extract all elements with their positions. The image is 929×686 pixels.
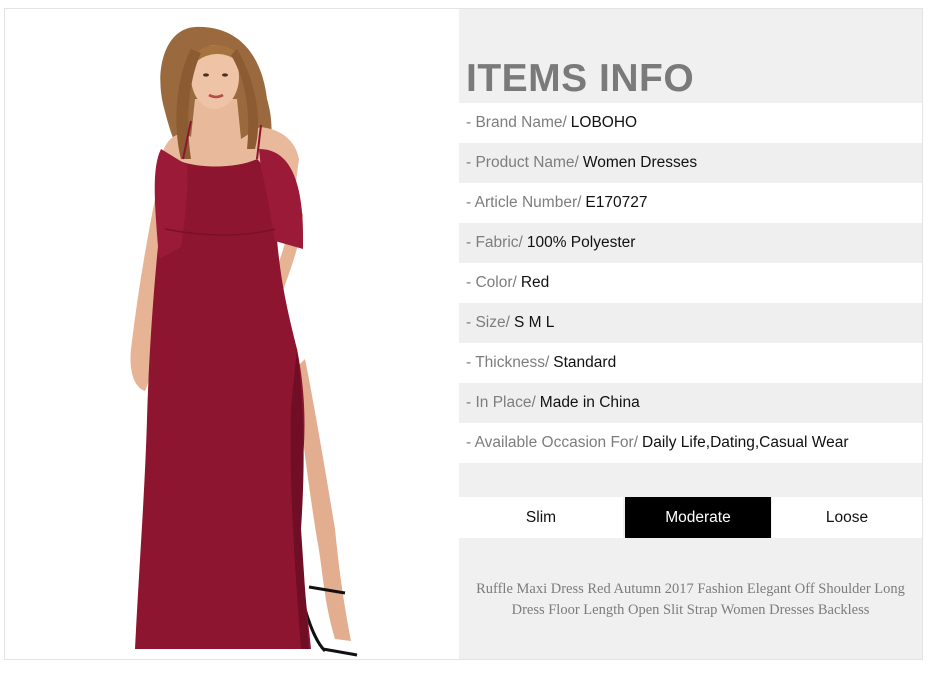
fit-option-slim[interactable]: Slim	[459, 497, 623, 538]
items-info-panel: ITEMS INFO - Brand Name/ LOBOHO - Produc…	[459, 9, 922, 659]
fit-option-moderate[interactable]: Moderate	[625, 497, 771, 538]
spec-value: E170727	[585, 194, 648, 211]
product-description: Ruffle Maxi Dress Red Autumn 2017 Fashio…	[459, 579, 922, 621]
spec-row-size: - Size/ S M L	[459, 303, 922, 343]
spec-value: 100% Polyester	[526, 234, 636, 251]
spec-label: - Brand Name/	[466, 114, 567, 131]
spec-row-available-occasion: - Available Occasion For/ Daily Life,Dat…	[459, 423, 922, 463]
spec-label: - Color/	[466, 274, 517, 291]
spec-value: Standard	[553, 354, 617, 371]
spec-row-article-number: - Article Number/ E170727	[459, 183, 922, 223]
model-in-red-dress-image	[130, 26, 358, 657]
spec-label: - Fabric/	[466, 234, 523, 251]
spec-label: - Thickness/	[466, 354, 550, 371]
spec-value: Women Dresses	[582, 154, 698, 171]
product-photo	[5, 9, 458, 659]
spec-row-product-name: - Product Name/ Women Dresses	[459, 143, 922, 183]
spec-row-fabric: - Fabric/ 100% Polyester	[459, 223, 922, 263]
spec-label: - Article Number/	[466, 194, 582, 211]
spec-row-brand-name: - Brand Name/ LOBOHO	[459, 103, 922, 143]
fit-selector: Slim Moderate Loose	[459, 497, 922, 538]
spec-row-in-place: - In Place/ Made in China	[459, 383, 922, 423]
spec-label: - Product Name/	[466, 154, 579, 171]
items-info-title: ITEMS INFO	[466, 57, 695, 100]
description-line-2: Dress Floor Length Open Slit Strap Women…	[511, 602, 870, 618]
spec-label: - Available Occasion For/	[466, 434, 639, 451]
spec-row-thickness: - Thickness/ Standard	[459, 343, 922, 383]
spec-row-color: - Color/ Red	[459, 263, 922, 303]
spec-list: - Brand Name/ LOBOHO - Product Name/ Wom…	[459, 103, 922, 463]
spec-value: S M L	[513, 314, 555, 331]
spec-label: - Size/	[466, 314, 510, 331]
spec-value: LOBOHO	[570, 114, 638, 131]
description-line-1: Ruffle Maxi Dress Red Autumn 2017 Fashio…	[476, 581, 905, 597]
spec-label: - In Place/	[466, 394, 536, 411]
fit-option-loose[interactable]: Loose	[772, 497, 922, 538]
spec-value: Daily Life,Dating,Casual Wear	[642, 434, 849, 451]
spec-value: Made in China	[539, 394, 640, 411]
spec-value: Red	[520, 274, 550, 291]
